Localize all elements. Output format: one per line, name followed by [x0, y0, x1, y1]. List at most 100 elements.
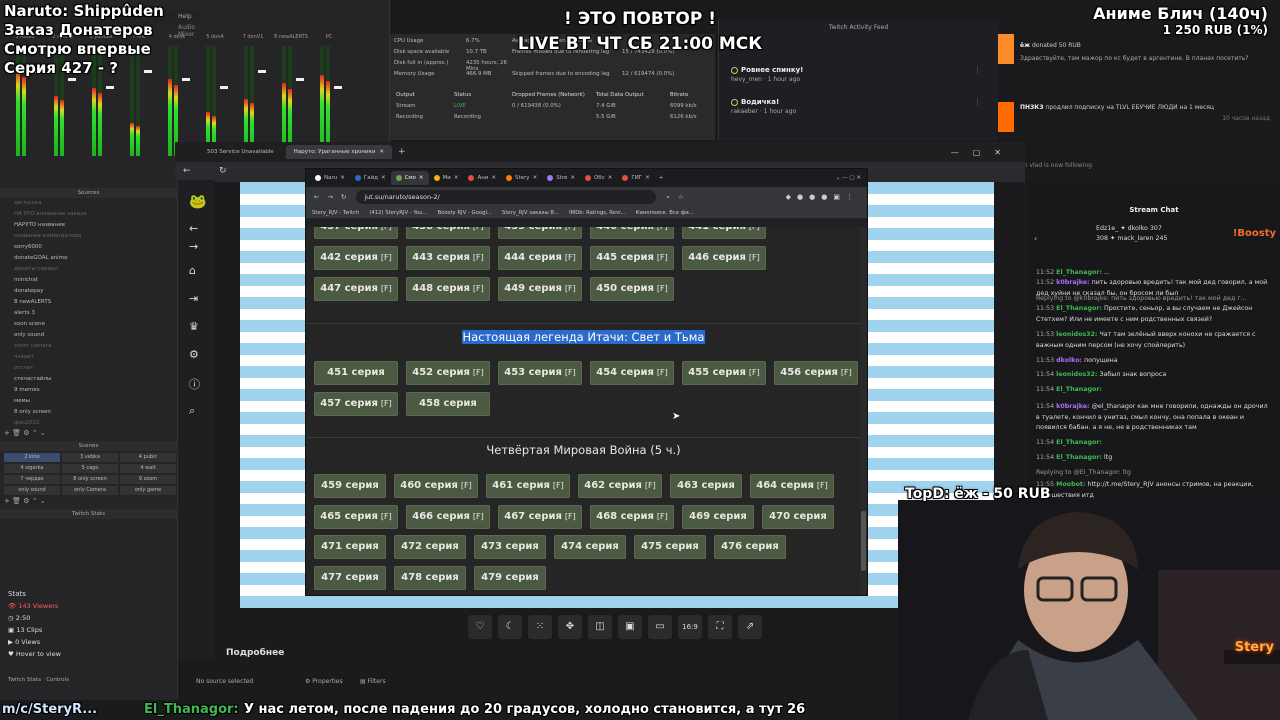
search-icon[interactable]: ⌕ [189, 404, 195, 418]
frog-avatar-icon[interactable]: 🐸 [189, 194, 206, 210]
bookmark-item[interactable]: IMDb: Ratings, Revi... [569, 210, 626, 216]
source-item[interactable]: alerts 3 [0, 308, 177, 319]
inner-tab[interactable]: Naru ✕ [310, 171, 350, 185]
chat-username[interactable]: El_Thanagor: [1056, 454, 1102, 461]
back-icon[interactable]: ← [183, 166, 191, 176]
heart-icon[interactable]: ♡ [468, 615, 492, 639]
inner-tab[interactable]: Гайд ✕ [350, 171, 391, 185]
new-tab-icon[interactable]: + [659, 175, 664, 181]
episode-button[interactable]: 439 серия[F] [498, 227, 582, 239]
scene-button[interactable]: 5 cago [62, 464, 118, 473]
episode-button[interactable]: 456 серия [F] [774, 361, 858, 385]
episode-button[interactable]: 467 серия [F] [498, 504, 582, 529]
scene-button[interactable]: 7 чердак [4, 475, 60, 484]
outer-tab[interactable]: 503 Service Unavailable [199, 145, 282, 159]
inner-tab[interactable]: Ани ✕ [463, 171, 501, 185]
episode-button[interactable]: 441 серия[F] [682, 227, 766, 239]
episode-button[interactable]: 476 серия [714, 535, 786, 559]
close-icon[interactable]: ✕ [533, 175, 538, 181]
scene-button[interactable]: 4 pubic [120, 453, 176, 462]
external-link-icon[interactable]: ⇗ [738, 615, 762, 639]
episode-button[interactable]: 464 серия [F] [750, 474, 834, 498]
episode-button[interactable]: 437 серия[F] [314, 227, 398, 239]
episode-button[interactable]: 449 серия [F] [498, 277, 582, 301]
episode-button[interactable]: 465 серия [F] [314, 504, 398, 529]
inner-tab[interactable]: Stery ✕ [501, 171, 542, 185]
episode-button[interactable]: 470 серия [762, 504, 834, 529]
more-icon[interactable]: ⋮ [974, 98, 981, 106]
chat-username[interactable]: Moobot: [1056, 481, 1085, 488]
chat-username[interactable]: El_Thanagor: [1056, 305, 1102, 312]
volume-fader[interactable] [220, 86, 228, 89]
episode-button[interactable]: 454 серия [F] [590, 361, 674, 385]
episode-button[interactable]: 450 серия [F] [590, 277, 674, 301]
close-icon[interactable]: ✕ [419, 175, 424, 181]
chat-username[interactable]: leonidos32: [1056, 331, 1097, 338]
close-icon[interactable]: ✕ [570, 175, 575, 181]
episode-button[interactable]: 466 серия [F] [406, 504, 490, 529]
chat-username[interactable]: El_Thanagor: [1056, 386, 1102, 393]
episode-button[interactable]: 440 серия[F] [590, 227, 674, 239]
source-item[interactable]: donateGOAL anime [0, 253, 177, 264]
inner-tab[interactable]: Stre ✕ [542, 171, 580, 185]
episode-button[interactable]: 468 серия [F] [590, 504, 674, 529]
outer-tab-active[interactable]: Наруто: Ураганные хроники ✕ [285, 145, 393, 159]
bookmark-item[interactable]: Кинопоиск. Все фи... [636, 210, 694, 216]
source-item[interactable]: донаты сериал [0, 264, 177, 275]
episode-button[interactable]: 463 серия [670, 474, 742, 498]
volume-fader[interactable] [296, 78, 304, 81]
filters-button[interactable]: ▤ Filters [360, 678, 386, 685]
gear-icon[interactable]: ⚙ [189, 348, 199, 361]
scrollbar[interactable] [860, 227, 867, 595]
bookmark-item[interactable]: Stery_RJV заказы В... [502, 210, 559, 216]
chat-username[interactable]: El_Thanagor: [1056, 439, 1102, 446]
back-icon[interactable]: ← [189, 222, 198, 235]
episode-button[interactable]: 442 серия [F] [314, 246, 398, 270]
reload-icon[interactable]: ↻ [341, 193, 346, 201]
tab-controls[interactable]: Controls [46, 677, 69, 683]
close-icon[interactable]: ✕ [340, 175, 345, 181]
source-item[interactable]: НАРУТО название [0, 220, 177, 231]
close-icon[interactable]: ✕ [379, 149, 384, 155]
source-item[interactable]: фон2022 [0, 418, 177, 429]
episode-button[interactable]: 473 серия [474, 535, 546, 559]
window-controls[interactable]: —▢✕ [951, 148, 1015, 157]
scene-button[interactable]: 8 only screen [62, 475, 118, 484]
episode-button[interactable]: 474 серия [554, 535, 626, 559]
extension-icons[interactable]: ◆●●●▣⋮ [786, 193, 859, 201]
source-item[interactable]: minichat [0, 275, 177, 286]
episode-button[interactable]: 451 серия [314, 361, 398, 385]
bottom-tabs[interactable]: Twitch Stats Controls [0, 674, 178, 686]
scene-button[interactable]: 9 zoom [120, 475, 176, 484]
source-item[interactable]: 8 only screen [0, 407, 177, 418]
bookmark-item[interactable]: Boosty RJV - Googl... [438, 210, 492, 216]
volume-fader[interactable] [258, 70, 266, 73]
window-icon[interactable]: ▭ [648, 615, 672, 639]
move-icon[interactable]: ✥ [558, 615, 582, 639]
activity-item[interactable]: Ровнее спинку! hevy_men · 1 hour ago ⋮ [731, 66, 981, 83]
inner-tab[interactable]: ГИГ ✕ [617, 171, 654, 185]
scene-button[interactable]: only sound [4, 486, 60, 495]
source-item[interactable]: soon scene [0, 319, 177, 330]
episode-button[interactable]: 447 серия [F] [314, 277, 398, 301]
moon-icon[interactable]: ☾ [498, 615, 522, 639]
source-item[interactable]: заглушка [0, 198, 177, 209]
scene-button[interactable]: 3 vebka [62, 453, 118, 462]
inner-tab[interactable]: Ми ✕ [429, 171, 464, 185]
scene-button[interactable]: 2 kino [4, 453, 60, 462]
menu-help[interactable]: Help [178, 13, 192, 20]
close-icon[interactable]: ✕ [608, 175, 613, 181]
tab-twitch-stats[interactable]: Twitch Stats [8, 677, 41, 683]
episode-button[interactable]: 438 серия[F] [406, 227, 490, 239]
source-item[interactable]: название командатора [0, 231, 177, 242]
bookmark-item[interactable]: Stery_RJV - Twitch [312, 210, 359, 216]
login-icon[interactable]: ⇥ [189, 292, 198, 305]
source-item[interactable]: мемы [0, 396, 177, 407]
close-icon[interactable]: ✕ [454, 175, 459, 181]
source-item[interactable]: only sound [0, 330, 177, 341]
episode-button[interactable]: 446 серия [F] [682, 246, 766, 270]
source-item[interactable]: 8 newALERTS [0, 297, 177, 308]
close-icon[interactable]: ✕ [381, 175, 386, 181]
episode-button[interactable]: 479 серия [474, 565, 546, 590]
episode-button[interactable]: 475 серия [634, 535, 706, 559]
